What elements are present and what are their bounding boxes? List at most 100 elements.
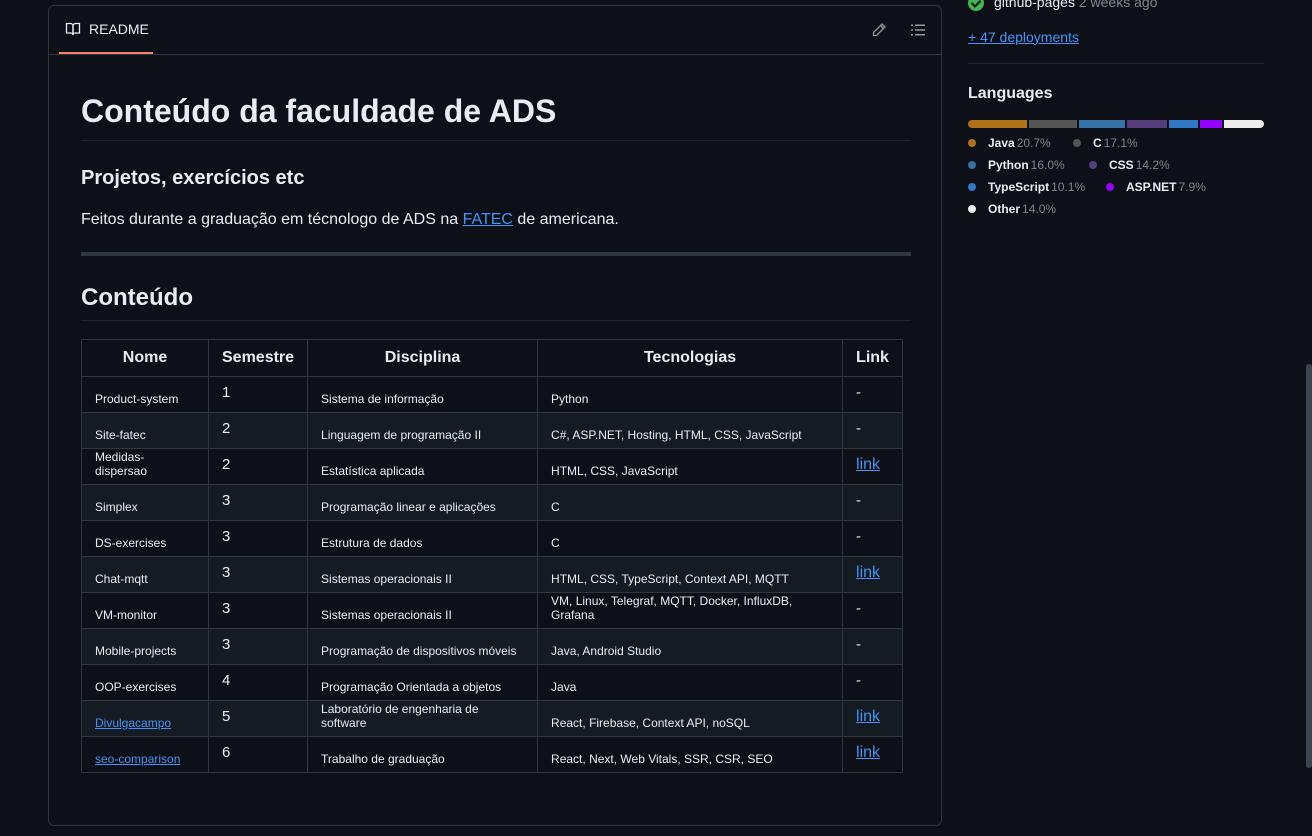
language-percent: 20.7% — [1016, 136, 1051, 150]
deployment-time: 2 weeks ago — [1078, 0, 1158, 10]
header-link: Link — [842, 339, 903, 377]
language-percent: 7.9% — [1178, 180, 1206, 194]
table-row: Site-fatec 2 Linguagem de programação II C#… — [81, 412, 903, 449]
cell-disciplina: Estatística aplicada — [307, 448, 539, 485]
language-item[interactable]: C 17.1% — [1073, 136, 1138, 150]
cell-nome: Mobile-projects — [81, 628, 209, 665]
language-percent: 10.1% — [1051, 180, 1086, 194]
cell-nome: DS-exercises — [81, 520, 209, 557]
readme-panel: README Conteúdo da faculdade de ADS Proj… — [48, 5, 942, 826]
table-row: Simplex 3 Programação linear e aplicações C… — [81, 484, 903, 521]
cell-nome: Divulgacampo — [81, 700, 209, 737]
language-name: Java — [988, 136, 1015, 150]
cell-tecnologias: HTML, CSS, JavaScript — [537, 448, 844, 485]
cell-nome: Chat-mqtt — [81, 556, 209, 593]
table-row: Mobile-projects 3 Programação de dispositi… — [81, 628, 903, 665]
readme-header: README — [49, 6, 941, 55]
more-deployments-link[interactable]: + 47 deployments — [968, 29, 1079, 45]
language-percent: 14.0% — [1022, 202, 1057, 216]
row-link[interactable]: link — [856, 708, 880, 725]
row-link[interactable]: link — [856, 564, 880, 581]
language-bar-segment — [1224, 120, 1264, 128]
cell-tecnologias: React, Firebase, Context API, noSQL — [537, 700, 844, 737]
header-tecnologias: Tecnologias — [537, 339, 844, 377]
language-item[interactable]: Java 20.7% — [968, 136, 1051, 150]
cell-tecnologias: React, Next, Web Vitals, SSR, CSR, SEO — [537, 736, 844, 773]
deployment-name: github-pages — [994, 0, 1075, 10]
cell-link: - — [842, 376, 903, 413]
cell-tecnologias: Java — [537, 664, 844, 701]
table-row: DS-exercises 3 Estrutura de dados C - — [81, 520, 903, 557]
language-dot-icon — [968, 160, 976, 169]
cell-link: - — [842, 412, 903, 449]
language-item[interactable]: TypeScript 10.1% — [968, 180, 1085, 194]
page-scrollbar[interactable] — [1306, 364, 1312, 768]
sidebar-divider — [968, 63, 1264, 64]
language-name: TypeScript — [988, 180, 1050, 194]
cell-disciplina: Linguagem de programação II — [307, 412, 539, 449]
cell-disciplina: Programação de dispositivos móveis — [307, 628, 539, 665]
readme-tab[interactable]: README — [59, 6, 153, 54]
cell-tecnologias: Java, Android Studio — [537, 628, 844, 665]
fatec-link[interactable]: FATEC — [463, 211, 513, 228]
language-item[interactable]: CSS 14.2% — [1089, 158, 1170, 172]
language-name: ASP.NET — [1126, 180, 1177, 194]
cell-disciplina: Sistemas operacionais II — [307, 592, 539, 629]
project-link[interactable]: Divulgacampo — [95, 716, 171, 730]
row-link[interactable]: link — [856, 744, 880, 761]
header-semestre: Semestre — [207, 339, 309, 377]
language-dot-icon — [968, 138, 976, 147]
deployment-item[interactable]: github-pages 2 weeks ago — [968, 0, 1158, 12]
cell-disciplina: Sistema de informação — [307, 376, 539, 413]
languages-title: Languages — [968, 85, 1053, 102]
language-dot-icon — [968, 182, 976, 191]
language-bar-segment — [1169, 120, 1198, 128]
book-icon — [65, 22, 81, 36]
cell-link: link — [842, 556, 903, 593]
cell-semestre: 3 — [207, 592, 309, 629]
cell-disciplina: Laboratório de engenharia de software — [307, 700, 539, 737]
language-bar-segment — [1028, 120, 1078, 128]
cell-nome: Site-fatec — [81, 412, 209, 449]
cell-link: link — [842, 448, 903, 485]
page-title: Conteúdo da faculdade de ADS — [81, 92, 911, 142]
cell-semestre: 1 — [207, 376, 309, 413]
language-dot-icon — [1106, 182, 1114, 191]
language-bar-segment — [1126, 120, 1168, 128]
language-percent: 16.0% — [1030, 158, 1065, 172]
cell-semestre: 2 — [207, 448, 309, 485]
cell-nome: Medidas-dispersao — [81, 448, 209, 485]
cell-nome: Product-system — [81, 376, 209, 413]
language-percent: 14.2% — [1135, 158, 1170, 172]
cell-semestre: 5 — [207, 700, 309, 737]
cell-disciplina: Programação Orientada a objetos — [307, 664, 539, 701]
language-item[interactable]: ASP.NET 7.9% — [1106, 180, 1206, 194]
header-nome: Nome — [81, 339, 209, 377]
cell-semestre: 3 — [207, 484, 309, 521]
pencil-icon[interactable] — [871, 22, 887, 38]
table-row: Chat-mqtt 3 Sistemas operacionais II HTML, … — [81, 556, 903, 593]
language-name: C — [1093, 136, 1102, 150]
cell-nome: OOP-exercises — [81, 664, 209, 701]
cell-link: link — [842, 700, 903, 737]
readme-tab-label: README — [89, 21, 149, 37]
cell-link: - — [842, 520, 903, 557]
table-row: OOP-exercises 4 Programação Orientada a ob… — [81, 664, 903, 701]
project-link[interactable]: seo-comparison — [95, 752, 180, 766]
cell-link: - — [842, 628, 903, 665]
table-row: Divulgacampo 5 Laboratório de engenharia d… — [81, 700, 903, 737]
cell-tecnologias: C#, ASP.NET, Hosting, HTML, CSS, JavaScr… — [537, 412, 844, 449]
header-disciplina: Disciplina — [307, 339, 539, 377]
check-circle-icon — [968, 0, 984, 12]
list-unordered-icon[interactable] — [910, 22, 926, 38]
language-item[interactable]: Python 16.0% — [968, 158, 1065, 172]
cell-semestre: 4 — [207, 664, 309, 701]
cell-disciplina: Sistemas operacionais II — [307, 556, 539, 593]
cell-link: - — [842, 664, 903, 701]
row-link[interactable]: link — [856, 456, 880, 473]
languages-bar — [968, 120, 1264, 128]
language-percent: 17.1% — [1103, 136, 1138, 150]
language-name: CSS — [1109, 158, 1134, 172]
language-item[interactable]: Other 14.0% — [968, 202, 1056, 216]
cell-semestre: 6 — [207, 736, 309, 773]
